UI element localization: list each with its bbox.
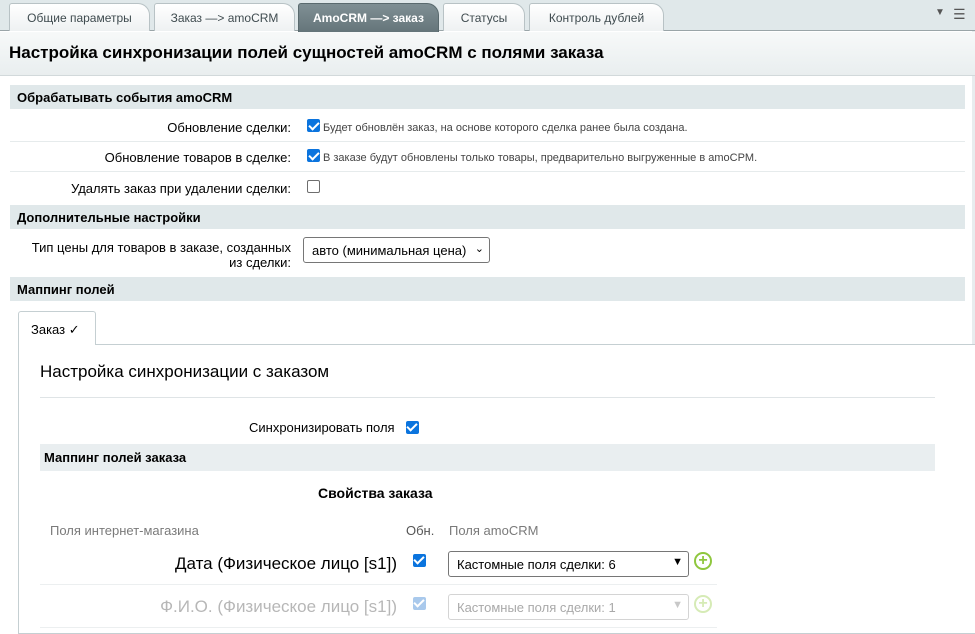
shop-field-name: Ф.И.О. (Физическое лицо [s1]) (160, 597, 397, 616)
order-mapping-title: Маппинг полей заказа (40, 444, 935, 471)
sync-fields-label: Синхронизировать поля (249, 420, 395, 435)
tab-general[interactable]: Общие параметры (9, 3, 150, 31)
deal-update-checkbox[interactable] (307, 119, 320, 132)
deal-update-label: Обновление сделки: (167, 120, 291, 135)
amo-field-value: Кастомные поля сделки: 1 (457, 600, 616, 615)
amo-field-select[interactable]: Кастомные поля сделки: 6 ▼ (448, 551, 689, 577)
page-title: Настройка синхронизации полей сущностей … (0, 32, 975, 76)
plus-circle-icon[interactable]: + (694, 552, 712, 570)
hamburger-icon: ☰ (953, 6, 966, 22)
amo-field-select[interactable]: Кастомные поля сделки: 1 ▼ (448, 594, 689, 620)
delete-order-label: Удалять заказ при удалении сделки: (70, 181, 291, 196)
products-update-hint: В заказе будут обновлены только товары, … (323, 152, 758, 164)
deal-update-hint: Будет обновлён заказ, на основе которого… (323, 122, 688, 134)
tab-duplicate-control[interactable]: Контроль дублей (529, 3, 664, 31)
col-shop-fields: Поля интернет-магазина (50, 523, 199, 538)
divider (40, 397, 935, 398)
row-products-update: Обновление товаров в сделке: В заказе бу… (10, 142, 965, 172)
chevron-down-icon: ▼ (672, 599, 683, 611)
price-type-value: авто (минимальная цена) (312, 243, 467, 258)
products-update-checkbox[interactable] (307, 149, 320, 162)
chevron-down-icon: ⌄ (474, 243, 484, 255)
amo-field-value: Кастомные поля сделки: 6 (457, 557, 616, 572)
tabs-menu-button[interactable]: ▼ ☰ (935, 6, 966, 24)
section-events-title: Обрабатывать события amoCRM (10, 85, 965, 109)
tab-order[interactable]: Заказ ✓ (18, 311, 96, 345)
tab-amocrm-to-order[interactable]: AmoCRM —> заказ (298, 3, 439, 32)
section-extra-title: Дополнительные настройки (10, 205, 965, 229)
col-amo-fields: Поля amoCRM (449, 523, 539, 538)
price-type-label-line2: из сделки: (229, 255, 291, 270)
chevron-down-icon: ▼ (672, 556, 683, 568)
row-deal-update: Обновление сделки: Будет обновлён заказ,… (10, 112, 965, 142)
order-properties-title: Свойства заказа (318, 485, 433, 501)
tab-order-to-amocrm-label: Заказ —> amoCRM (170, 11, 279, 25)
delete-order-checkbox[interactable] (307, 180, 320, 193)
sync-fields-checkbox[interactable] (406, 421, 419, 434)
tab-general-label: Общие параметры (27, 11, 132, 25)
mapping-row: Ф.И.О. (Физическое лицо [s1]) Кастомные … (40, 586, 717, 628)
tab-order-to-amocrm[interactable]: Заказ —> amoCRM (154, 3, 295, 31)
chevron-down-icon: ▼ (935, 7, 945, 18)
section-mapping-title: Маппинг полей (10, 277, 965, 301)
price-type-select[interactable]: авто (минимальная цена) ⌄ (303, 237, 490, 263)
tab-statuses-label: Статусы (460, 11, 508, 25)
products-update-label: Обновление товаров в сделке: (104, 150, 291, 165)
settings-tabstrip: Общие параметры Заказ —> amoCRM AmoCRM —… (0, 0, 975, 32)
tab-amocrm-to-order-label: AmoCRM —> заказ (313, 11, 424, 25)
update-checkbox[interactable] (413, 597, 426, 610)
update-checkbox[interactable] (413, 554, 426, 567)
panel-title: Настройка синхронизации с заказом (40, 362, 330, 381)
tab-duplicate-control-label: Контроль дублей (548, 11, 645, 25)
mapping-row: Дата (Физическое лицо [s1]) Кастомные по… (40, 543, 717, 585)
price-type-label-line1: Тип цены для товаров в заказе, созданных (31, 240, 291, 255)
price-type-label: Тип цены для товаров в заказе, созданных… (10, 240, 291, 270)
tab-statuses[interactable]: Статусы (443, 3, 525, 31)
tab-order-label: Заказ ✓ (31, 322, 80, 337)
shop-field-name: Дата (Физическое лицо [s1]) (174, 554, 397, 573)
row-delete-order: Удалять заказ при удалении сделки: (10, 173, 965, 203)
col-update: Обн. (406, 523, 435, 538)
plus-circle-icon[interactable]: + (694, 595, 712, 613)
